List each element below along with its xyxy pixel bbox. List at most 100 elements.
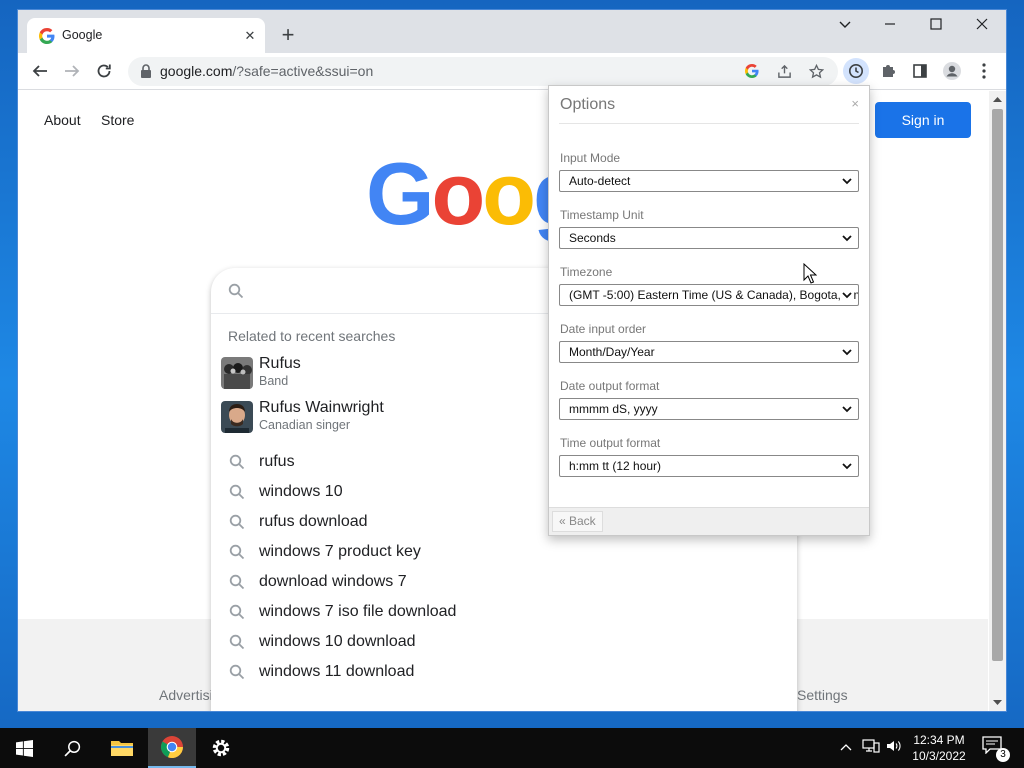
search-icon bbox=[229, 664, 245, 680]
minimize-icon[interactable] bbox=[870, 14, 910, 38]
suggestion-title: Rufus bbox=[259, 355, 301, 372]
tab-search-chevron-icon[interactable] bbox=[825, 14, 865, 38]
suggestion-text: rufus download bbox=[259, 513, 368, 530]
scroll-down-arrow-icon[interactable] bbox=[993, 700, 1002, 706]
notification-count-badge: 3 bbox=[996, 748, 1010, 762]
back-arrow-icon[interactable] bbox=[27, 58, 53, 84]
store-link[interactable]: Store bbox=[101, 112, 134, 128]
logo-letter: o bbox=[431, 144, 485, 243]
clock-time: 12:34 PM bbox=[913, 733, 965, 747]
google-lens-g-icon[interactable] bbox=[742, 61, 762, 81]
suggestion-title: Rufus Wainwright bbox=[259, 399, 384, 416]
popup-close-icon[interactable]: × bbox=[851, 96, 859, 111]
search-icon bbox=[229, 454, 245, 470]
date-input-order-select[interactable]: Month/Day/Year bbox=[559, 341, 859, 363]
select-value: Seconds bbox=[569, 231, 616, 245]
date-output-format-label: Date output format bbox=[560, 379, 660, 393]
settings-link[interactable]: Settings bbox=[797, 687, 848, 703]
timezone-label: Timezone bbox=[560, 265, 613, 279]
time-output-format-label: Time output format bbox=[560, 436, 661, 450]
volume-speaker-icon[interactable] bbox=[886, 739, 902, 756]
chevron-down-icon bbox=[842, 406, 852, 413]
reload-icon[interactable] bbox=[91, 58, 117, 84]
extension-options-popup: Options × Input Mode Auto-detect Timesta… bbox=[548, 85, 870, 536]
suggestion-query[interactable]: windows 10 download bbox=[221, 629, 781, 657]
start-windows-icon[interactable] bbox=[0, 728, 48, 768]
url-text[interactable]: google.com/?safe=active&ssui=on bbox=[160, 63, 373, 79]
input-mode-label: Input Mode bbox=[560, 151, 621, 165]
select-value: (GMT -5:00) Eastern Time (US & Canada), … bbox=[569, 288, 859, 302]
popup-title: Options bbox=[560, 96, 616, 113]
search-icon bbox=[229, 574, 245, 590]
share-icon[interactable] bbox=[774, 61, 794, 81]
profile-avatar-icon[interactable] bbox=[939, 58, 965, 84]
search-icon bbox=[229, 484, 245, 500]
back-button[interactable]: « Back bbox=[552, 511, 603, 532]
chevron-down-icon bbox=[842, 235, 852, 242]
timestamp-unit-select[interactable]: Seconds bbox=[559, 227, 859, 249]
input-mode-select[interactable]: Auto-detect bbox=[559, 170, 859, 192]
menu-kebab-icon[interactable] bbox=[971, 58, 997, 84]
divider bbox=[559, 123, 859, 124]
forward-arrow-icon[interactable] bbox=[59, 58, 85, 84]
chevron-down-icon bbox=[842, 178, 852, 185]
suggestion-text: windows 7 iso file download bbox=[259, 603, 457, 620]
page-scrollbar[interactable] bbox=[989, 91, 1006, 711]
about-link[interactable]: About bbox=[44, 112, 81, 128]
extensions-puzzle-icon[interactable] bbox=[875, 58, 901, 84]
timezone-select[interactable]: (GMT -5:00) Eastern Time (US & Canada), … bbox=[559, 284, 859, 306]
date-input-order-label: Date input order bbox=[560, 322, 647, 336]
url-path: /?safe=active&ssui=on bbox=[232, 63, 374, 79]
band-photo-thumbnail bbox=[221, 357, 253, 389]
search-icon bbox=[229, 544, 245, 560]
timestamp-unit-label: Timestamp Unit bbox=[560, 208, 644, 222]
logo-letter: o bbox=[482, 144, 536, 243]
action-center-notification-icon[interactable]: 3 bbox=[982, 736, 1010, 762]
lock-icon[interactable] bbox=[140, 64, 152, 78]
sign-in-button[interactable]: Sign in bbox=[875, 102, 971, 138]
scrollbar-thumb[interactable] bbox=[992, 109, 1003, 661]
maximize-icon[interactable] bbox=[916, 14, 956, 38]
suggestion-text: windows 11 download bbox=[259, 663, 415, 680]
close-window-icon[interactable] bbox=[962, 14, 1002, 38]
time-output-format-select[interactable]: h:mm tt (12 hour) bbox=[559, 455, 859, 477]
suggestion-text: windows 10 bbox=[259, 483, 343, 500]
chrome-taskbar-icon[interactable] bbox=[148, 728, 196, 768]
date-output-format-select[interactable]: mmmm dS, yyyy bbox=[559, 398, 859, 420]
suggestion-text: windows 7 product key bbox=[259, 543, 421, 560]
search-icon bbox=[229, 514, 245, 530]
show-hidden-icons-chevron-icon[interactable] bbox=[840, 739, 852, 755]
suggestion-query[interactable]: windows 11 download bbox=[221, 659, 781, 687]
file-explorer-folder-icon[interactable] bbox=[98, 728, 146, 768]
suggestion-query[interactable]: windows 7 product key bbox=[221, 539, 781, 567]
settings-gear-icon[interactable] bbox=[197, 728, 245, 768]
chevron-down-icon bbox=[842, 349, 852, 356]
tab-close-icon[interactable]: ✕ bbox=[241, 27, 259, 45]
scroll-up-arrow-icon[interactable] bbox=[993, 96, 1002, 102]
search-icon[interactable] bbox=[48, 728, 96, 768]
chevron-down-icon bbox=[840, 288, 854, 302]
select-value: mmmm dS, yyyy bbox=[569, 402, 658, 416]
search-icon bbox=[229, 604, 245, 620]
bookmark-star-icon[interactable] bbox=[806, 61, 826, 81]
suggestion-query[interactable]: download windows 7 bbox=[221, 569, 781, 597]
url-domain: google.com bbox=[160, 63, 233, 79]
suggestion-query[interactable]: windows 7 iso file download bbox=[221, 599, 781, 627]
mouse-cursor-icon bbox=[803, 263, 817, 284]
suggestion-text: download windows 7 bbox=[259, 573, 407, 590]
suggestion-text: windows 10 download bbox=[259, 633, 416, 650]
network-icon[interactable] bbox=[862, 739, 880, 756]
google-favicon-icon bbox=[39, 28, 55, 44]
search-icon bbox=[229, 634, 245, 650]
side-panel-icon[interactable] bbox=[907, 58, 933, 84]
popup-footer: « Back bbox=[549, 507, 869, 535]
tab-google[interactable]: Google ✕ bbox=[27, 18, 265, 53]
advertising-link[interactable]: Advertisi bbox=[159, 687, 213, 703]
select-value: h:mm tt (12 hour) bbox=[569, 459, 662, 473]
chevron-down-icon bbox=[842, 463, 852, 470]
taskbar-clock[interactable]: 12:34 PM 10/3/2022 bbox=[908, 732, 970, 764]
address-bar[interactable]: google.com/?safe=active&ssui=on bbox=[128, 57, 838, 86]
new-tab-plus-icon[interactable]: + bbox=[276, 24, 300, 48]
timestamp-extension-clock-icon[interactable] bbox=[843, 58, 869, 84]
taskbar: 12:34 PM 10/3/2022 3 bbox=[0, 728, 1024, 768]
